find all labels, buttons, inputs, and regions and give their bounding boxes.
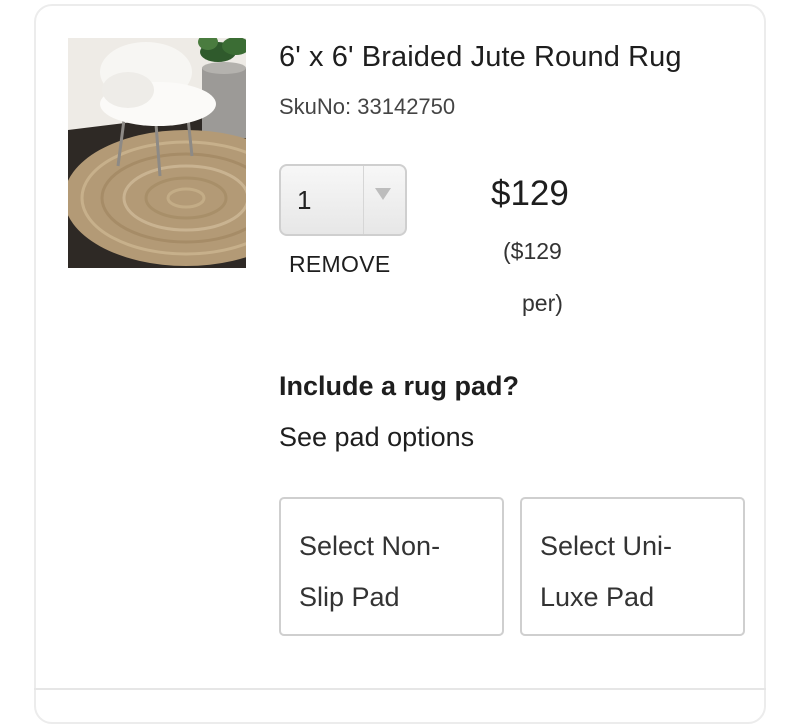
remove-button[interactable]: REMOVE [289,249,390,279]
select-uni-luxe-pad-button[interactable]: Select Uni- Luxe Pad [520,497,745,636]
button-label-line: Select Non- [299,531,441,561]
unit-label: per) [522,290,563,316]
divider [34,688,766,690]
rug-photo [68,38,246,268]
select-non-slip-pad-button[interactable]: Select Non- Slip Pad [279,497,504,636]
sku-number: SkuNo: 33142750 [279,94,456,119]
button-label-line: Slip Pad [299,582,400,612]
item-price: $129 [491,174,569,213]
chevron-down-icon [375,188,391,200]
quantity-value: 1 [297,185,312,215]
button-label-line: Select Uni- [540,531,673,561]
see-pad-options-link[interactable]: See pad options [279,420,474,454]
product-title[interactable]: 6' x 6' Braided Jute Round Rug [279,38,682,76]
select-divider [363,166,364,234]
rug-pad-heading: Include a rug pad? [279,371,520,401]
unit-price: ($129 [503,238,562,264]
quantity-select[interactable]: 1 [279,164,407,236]
button-label-line: Luxe Pad [540,582,655,612]
product-image[interactable] [68,38,246,268]
